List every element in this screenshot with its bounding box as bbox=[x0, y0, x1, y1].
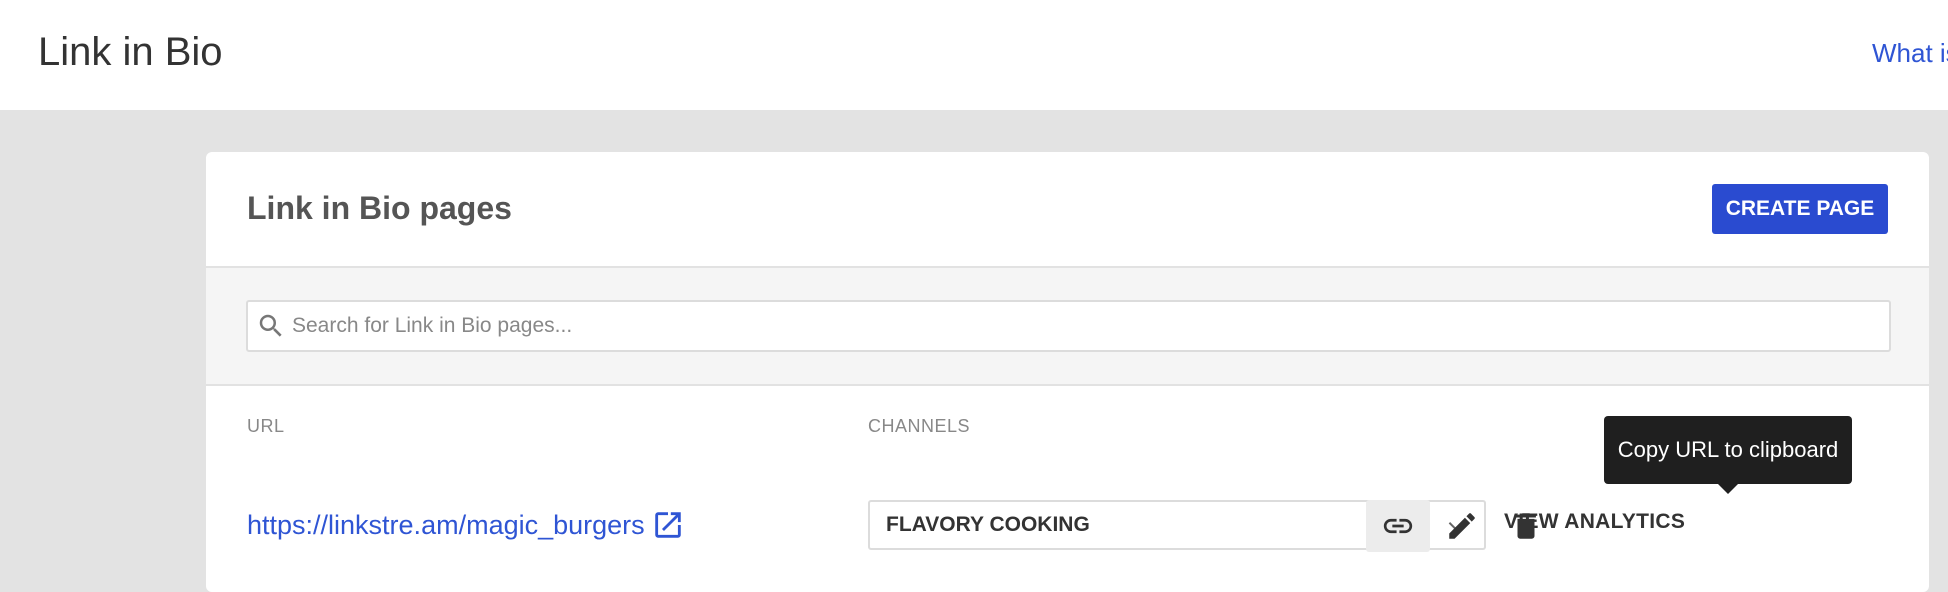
create-page-button[interactable]: CREATE PAGE bbox=[1712, 184, 1888, 234]
page-url-text: https://linkstre.am/magic_burgers bbox=[247, 509, 645, 540]
search-section bbox=[206, 268, 1929, 386]
search-icon bbox=[259, 314, 282, 337]
card-title: Link in Bio pages bbox=[247, 190, 512, 226]
copy-url-tooltip: Copy URL to clipboard bbox=[1604, 416, 1852, 484]
search-input[interactable] bbox=[292, 302, 1872, 350]
page-url-link[interactable]: https://linkstre.am/magic_burgers bbox=[247, 508, 685, 542]
link-icon bbox=[1383, 518, 1413, 534]
page-title: Link in Bio bbox=[38, 30, 223, 74]
tooltip-arrow bbox=[1718, 484, 1738, 494]
card-header: Link in Bio pages CREATE PAGE bbox=[206, 152, 1929, 268]
channel-selected-value: FLAVORY COOKING bbox=[886, 513, 1090, 536]
external-link-icon[interactable] bbox=[651, 508, 685, 542]
copy-url-button[interactable] bbox=[1366, 500, 1430, 552]
search-box[interactable] bbox=[246, 300, 1891, 352]
help-link[interactable]: What is bbox=[1872, 38, 1948, 69]
delete-button[interactable] bbox=[1494, 500, 1558, 552]
trash-icon bbox=[1516, 513, 1536, 539]
column-header-url: URL bbox=[247, 416, 285, 436]
pencil-icon bbox=[1449, 513, 1475, 539]
top-bar: Link in Bio What is bbox=[0, 0, 1948, 110]
link-in-bio-card: Link in Bio pages CREATE PAGE URL CHANNE… bbox=[206, 152, 1929, 592]
column-header-channels: CHANNELS bbox=[868, 416, 971, 436]
edit-button[interactable] bbox=[1430, 500, 1494, 552]
